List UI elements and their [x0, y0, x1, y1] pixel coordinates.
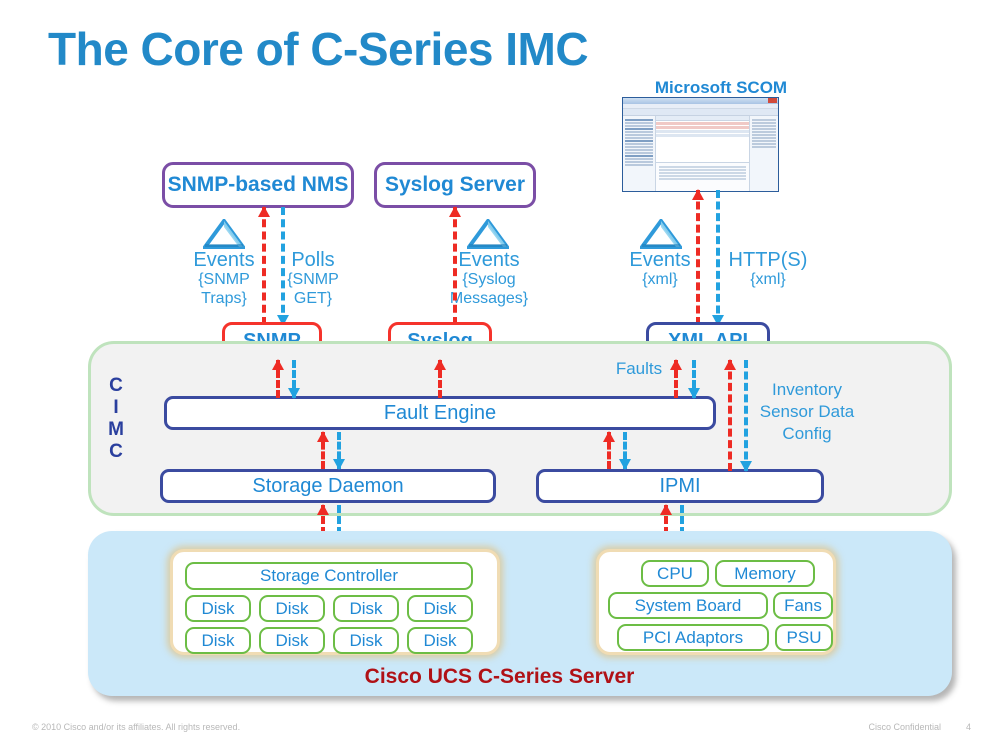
- alert-triangle-icon: [638, 217, 684, 249]
- alert-triangle-icon: [465, 217, 511, 249]
- hardware-label: Memory: [734, 563, 796, 583]
- scom-grid-header: [656, 116, 749, 121]
- hardware-label: Disk: [275, 630, 309, 650]
- hardware-label: Disk: [349, 598, 383, 618]
- component-box-storage-daemon[interactable]: Storage Daemon: [160, 469, 496, 503]
- footer-page-number: 4: [965, 722, 971, 732]
- arrow-syslog-up: [434, 359, 446, 398]
- hardware-box-fans[interactable]: Fans: [773, 592, 833, 619]
- flow-label-xml-https: HTTP(S) {xml}: [728, 249, 808, 288]
- arrow-faults-down: [688, 360, 700, 399]
- table-row: [656, 126, 749, 129]
- consumer-label: Syslog Server: [384, 173, 526, 196]
- hardware-label: PSU: [786, 627, 822, 647]
- arrow-events-syslog-messages: [449, 206, 461, 325]
- hardware-box-disk[interactable]: Disk: [407, 595, 473, 622]
- hardware-box-pci-adaptors[interactable]: PCI Adaptors: [617, 624, 769, 651]
- footer-classification: Cisco Confidential: [868, 722, 941, 732]
- hardware-label: CPU: [657, 563, 693, 583]
- arrow-snmp-up: [272, 359, 284, 398]
- storage-subsystem-group: Storage Controller Disk Disk Disk Disk D…: [170, 549, 500, 655]
- arrow-polls-snmp-get: [277, 207, 289, 326]
- scom-screenshot-thumbnail[interactable]: [622, 97, 779, 192]
- component-box-fault-engine[interactable]: Fault Engine: [164, 396, 716, 430]
- hardware-box-memory[interactable]: Memory: [715, 560, 815, 587]
- scom-navigation-tree: [623, 116, 656, 191]
- cimc-label: C I M C: [108, 375, 124, 462]
- hardware-box-system-board[interactable]: System Board: [608, 592, 768, 619]
- hardware-label: System Board: [634, 595, 742, 615]
- table-row: [656, 134, 749, 137]
- hardware-box-disk[interactable]: Disk: [333, 627, 399, 654]
- scom-tasks-pane: [749, 116, 778, 191]
- arrow-storage-daemon-up: [317, 431, 329, 469]
- hardware-label: Disk: [275, 598, 309, 618]
- scom-detail-pane: [656, 162, 749, 191]
- scom-body: [623, 116, 778, 191]
- component-label: IPMI: [659, 474, 701, 497]
- table-row: [656, 130, 749, 133]
- component-box-ipmi[interactable]: IPMI: [536, 469, 824, 503]
- hardware-box-disk[interactable]: Disk: [407, 627, 473, 654]
- consumer-label: SNMP-based NMS: [167, 173, 349, 196]
- hardware-box-disk[interactable]: Disk: [259, 595, 325, 622]
- hardware-box-disk[interactable]: Disk: [185, 627, 251, 654]
- flow-label-xml-events: Events {xml}: [629, 249, 691, 288]
- scom-title: Microsoft SCOM: [654, 78, 788, 97]
- arrow-ipmi-up: [603, 431, 615, 469]
- label-faults: Faults: [615, 359, 663, 378]
- scom-alerts-grid: [656, 116, 749, 191]
- label-xmlapi-data: Inventory Sensor Data Config: [759, 380, 855, 443]
- consumer-box-syslog-server[interactable]: Syslog Server: [374, 162, 536, 208]
- hardware-label: Disk: [423, 598, 457, 618]
- hardware-box-disk[interactable]: Disk: [185, 595, 251, 622]
- scom-titlebar: [623, 98, 778, 104]
- arrow-storage-daemon-down: [333, 432, 345, 470]
- arrow-ipmi-down: [619, 432, 631, 470]
- arrow-https-xml: [712, 190, 724, 326]
- consumer-box-snmp-nms[interactable]: SNMP-based NMS: [162, 162, 354, 208]
- close-icon: [768, 98, 777, 103]
- component-label: Storage Daemon: [252, 474, 404, 497]
- hardware-box-storage-controller[interactable]: Storage Controller: [185, 562, 473, 590]
- server-caption: Cisco UCS C-Series Server: [364, 665, 635, 688]
- arrow-inventory-up: [724, 359, 736, 471]
- hardware-label: Disk: [201, 598, 235, 618]
- hardware-box-cpu[interactable]: CPU: [641, 560, 709, 587]
- hardware-label: PCI Adaptors: [642, 627, 744, 647]
- hardware-label: Disk: [201, 630, 235, 650]
- footer-copyright: © 2010 Cisco and/or its affiliates. All …: [32, 722, 241, 732]
- hardware-box-disk[interactable]: Disk: [333, 595, 399, 622]
- hardware-label: Fans: [784, 595, 822, 615]
- arrow-events-xml: [692, 189, 704, 325]
- arrow-faults-up: [670, 359, 682, 398]
- arrow-snmp-down: [288, 360, 300, 399]
- alert-triangle-icon: [201, 217, 247, 249]
- hardware-label: Storage Controller: [260, 566, 398, 585]
- component-label: Fault Engine: [383, 401, 497, 424]
- hardware-box-disk[interactable]: Disk: [259, 627, 325, 654]
- hardware-label: Disk: [349, 630, 383, 650]
- arrow-inventory-down: [740, 360, 752, 472]
- flow-label-snmp-events: Events {SNMP Traps}: [193, 249, 255, 307]
- scom-toolbar: [623, 109, 778, 116]
- arrow-events-snmp-traps: [258, 206, 270, 325]
- hardware-box-psu[interactable]: PSU: [775, 624, 833, 651]
- hardware-label: Disk: [423, 630, 457, 650]
- table-row: [656, 122, 749, 125]
- page-title: The Core of C-Series IMC: [48, 23, 589, 75]
- slide-canvas: The Core of C-Series IMC Microsoft SCOM: [0, 0, 999, 749]
- hardware-subsystem-group: CPU Memory System Board Fans PCI Adaptor…: [596, 549, 836, 655]
